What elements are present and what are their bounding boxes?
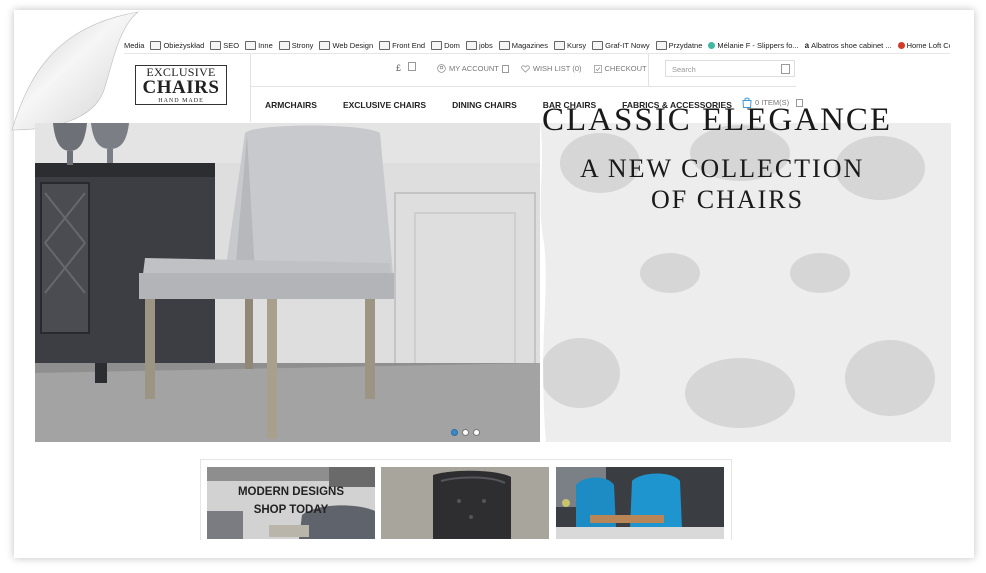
bookmark-folder[interactable]: Magazines: [498, 40, 548, 50]
currency-selector[interactable]: £: [396, 62, 416, 73]
bookmark-label: Przydatne: [668, 40, 703, 50]
promo-tiles: MODERN DESIGNS SHOP TODAY: [200, 459, 732, 540]
bookmark-label: Albatros shoe cabinet ...: [811, 40, 892, 50]
nav-exclusive-chairs[interactable]: EXCLUSIVE CHAIRS: [343, 100, 426, 110]
bookmark-folder[interactable]: Przydatne: [655, 40, 703, 50]
my-account-link[interactable]: MY ACCOUNT: [437, 64, 509, 73]
hero-photo: [35, 123, 540, 442]
bookmark-label: Inne: [258, 40, 273, 50]
bookmark-label: Mélanie F - Slippers fo...: [717, 40, 799, 50]
folder-icon: [431, 40, 443, 50]
folder-icon: [498, 40, 510, 50]
bookmark-folder[interactable]: Graf-IT Nowy: [592, 40, 650, 50]
folder-icon: [592, 40, 604, 50]
site-logo[interactable]: EXCLUSIVE CHAIRS HAND MADE: [135, 65, 227, 105]
bookmark-label: SEO: [223, 40, 240, 50]
promo-tile-title: MODERN DESIGNS: [237, 486, 345, 498]
logo-line-2: CHAIRS: [142, 77, 220, 98]
folder-icon: [553, 40, 565, 50]
folder-icon: [245, 40, 257, 50]
hero-title: CLASSIC ELEGANCE: [542, 102, 893, 138]
dropdown-icon: [407, 62, 416, 71]
blue-armchairs-photo-illustration: [556, 467, 724, 539]
checkout-link[interactable]: CHECKOUT: [593, 64, 647, 73]
search-placeholder: Search: [672, 65, 696, 74]
slider-dot-active[interactable]: [451, 429, 458, 436]
bookmark-label: Graf-IT Nowy: [605, 40, 650, 50]
logo-tagline: HAND MADE: [158, 98, 204, 104]
promo-tile-leather-chair[interactable]: [381, 467, 549, 539]
folder-icon: [319, 40, 331, 50]
heart-icon: [521, 64, 530, 73]
bookmark-label: Front End: [392, 40, 426, 50]
bookmark-label: Strony: [291, 40, 314, 50]
dropdown-icon: [501, 64, 509, 73]
header-divider: [250, 86, 796, 87]
hero-subtitle-1: A NEW COLLECTION: [580, 154, 865, 183]
currency-symbol: £: [396, 63, 402, 73]
search-input[interactable]: Search: [665, 60, 795, 77]
bookmark-folder[interactable]: Strony: [278, 40, 314, 50]
bookmark-site[interactable]: a Albatros shoe cabinet ...: [805, 41, 892, 50]
bookmark-site[interactable]: Mélanie F - Slippers fo...: [708, 40, 799, 50]
wishlist-link[interactable]: WISH LIST (0): [521, 64, 582, 73]
header-divider: [250, 54, 251, 122]
account-links: MY ACCOUNT WISH LIST (0) CHECKOUT: [437, 64, 647, 73]
header-divider: [648, 54, 649, 86]
bookmark-folder[interactable]: Front End: [379, 40, 426, 50]
promo-tile-cta[interactable]: SHOP TODAY: [207, 504, 375, 516]
bookmark-label: Kursy: [566, 40, 587, 50]
bookmark-site[interactable]: Home Loft Concept 8 ...: [897, 40, 950, 50]
bookmark-folder[interactable]: SEO: [210, 40, 240, 50]
checkout-label: CHECKOUT: [604, 64, 647, 73]
bookmark-folder[interactable]: Obieżyskład: [150, 40, 205, 50]
site-favicon-icon: [708, 41, 716, 49]
folder-icon: [210, 40, 222, 50]
site-favicon-icon: [897, 41, 905, 49]
bookmark-media[interactable]: Media: [124, 41, 144, 50]
hero-subtitle-2: OF CHAIRS: [651, 185, 805, 214]
bookmark-label: Home Loft Concept 8 ...: [906, 40, 950, 50]
promo-tile-blue-armchairs[interactable]: [556, 467, 724, 539]
folder-icon: [150, 40, 162, 50]
bookmarks-bar: Media Obieżyskład SEO Inne Strony Web De…: [124, 37, 950, 54]
amazon-favicon-icon: a: [804, 40, 810, 50]
bookmark-folder[interactable]: Web Design: [319, 40, 374, 50]
folder-icon: [278, 40, 290, 50]
bookmark-label: Media: [124, 40, 145, 50]
leather-chair-photo-illustration: [381, 467, 549, 539]
slider-dot[interactable]: [462, 429, 469, 436]
chair-photo-illustration: [35, 123, 540, 442]
search-icon[interactable]: [781, 64, 790, 74]
bookmark-folder[interactable]: Inne: [245, 40, 273, 50]
folder-icon: [465, 40, 477, 50]
nav-dining-chairs[interactable]: DINING CHAIRS: [452, 100, 517, 110]
wishlist-label: WISH LIST (0): [532, 64, 582, 73]
bookmark-folder[interactable]: Kursy: [553, 40, 587, 50]
checkbox-icon: [593, 64, 602, 73]
slider-pagination: [451, 429, 480, 436]
promo-tile-modern-designs[interactable]: MODERN DESIGNS SHOP TODAY: [207, 467, 375, 539]
folder-icon: [655, 40, 667, 50]
bookmark-label: Dom: [444, 40, 460, 50]
bookmark-label: jobs: [478, 40, 493, 50]
user-icon: [437, 64, 446, 73]
slider-dot[interactable]: [473, 429, 480, 436]
bookmark-folder[interactable]: Dom: [431, 40, 460, 50]
sofa-photo-illustration: [207, 467, 375, 539]
nav-armchairs[interactable]: ARMCHAIRS: [265, 100, 317, 110]
bookmark-label: Web Design: [332, 40, 374, 50]
folder-icon: [379, 40, 391, 50]
bookmark-label: Magazines: [511, 40, 548, 50]
my-account-label: MY ACCOUNT: [449, 64, 499, 73]
bookmark-folder[interactable]: jobs: [465, 40, 493, 50]
bookmark-label: Obieżyskład: [163, 40, 205, 50]
